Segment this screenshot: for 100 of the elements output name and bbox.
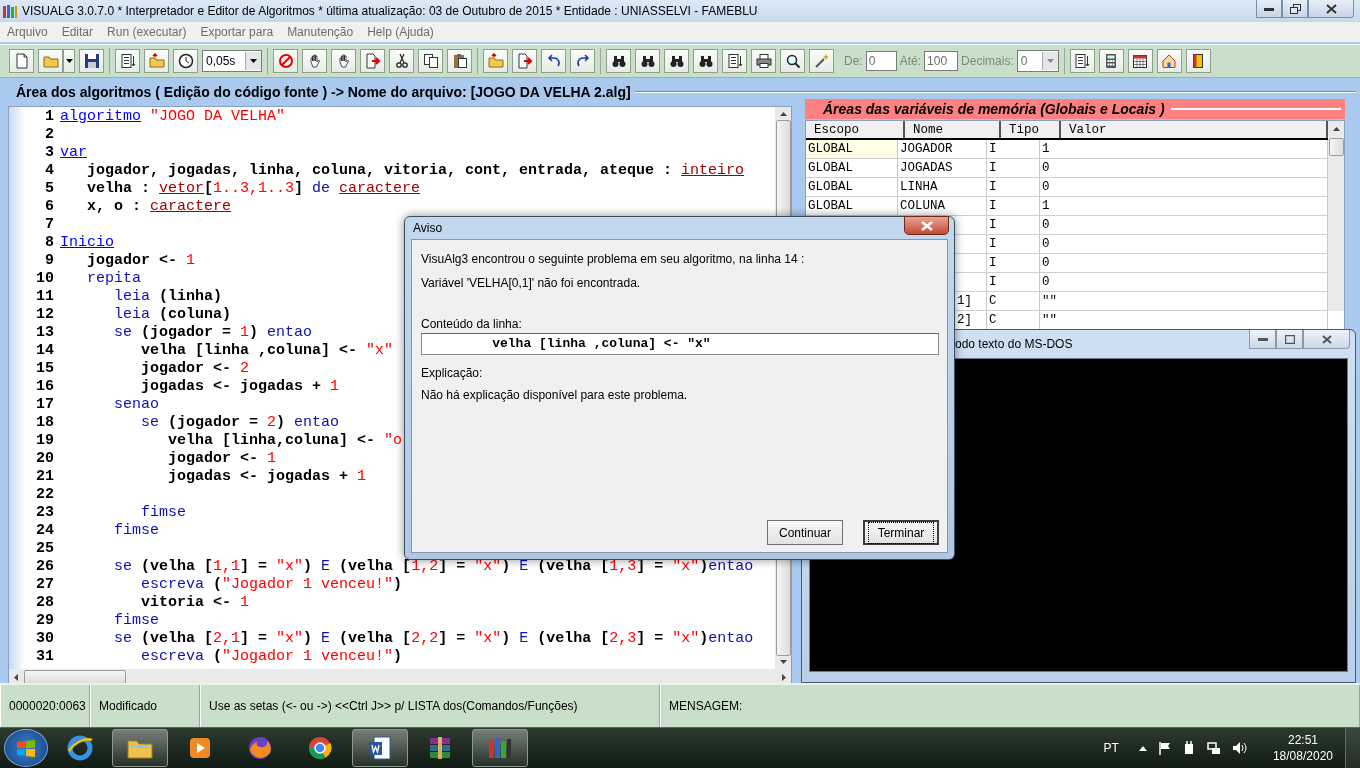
panel-title: Área dos algoritmos ( Edição do código fonte ) -> Nome do arquivo: [JOGO DA VELHA 2.alg] <box>16 84 631 100</box>
windows-logo-icon <box>16 738 36 758</box>
scrollbar-thumb[interactable] <box>1328 138 1344 156</box>
toolbar-button[interactable] <box>635 49 660 73</box>
taskbar-button[interactable] <box>352 729 408 767</box>
code-line: se (velha [2,1] = "x") E (velha [2,2] = "x") E (velha [2,3] = "x")entao <box>113 630 754 648</box>
toolbar-button[interactable] <box>115 49 140 73</box>
toolbar-button[interactable] <box>606 49 631 73</box>
language-indicator[interactable]: PT <box>1103 741 1119 755</box>
toolbar-button[interactable] <box>418 49 443 73</box>
line-number: 28 <box>35 594 55 612</box>
line-content-field[interactable]: velha [linha ,coluna] <- "x" <box>421 333 939 355</box>
column-header[interactable]: Escopo <box>806 121 905 138</box>
to-label: Até: <box>899 54 922 68</box>
panel-title: Áreas das variáveis de memória (Globais e Locais ) <box>823 101 1165 117</box>
toolbar-button[interactable] <box>173 49 198 73</box>
dialog-button[interactable]: Continuar <box>767 520 843 545</box>
toolbar-button[interactable] <box>693 49 718 73</box>
restore-icon <box>1289 3 1301 14</box>
line-number: 24 <box>35 522 55 540</box>
table-cell: GLOBAL <box>806 159 898 177</box>
toolbar-button[interactable] <box>302 49 327 73</box>
toolbar-button[interactable] <box>1098 49 1124 73</box>
toolbar-button[interactable] <box>541 49 566 73</box>
toolbar-button[interactable] <box>389 49 414 73</box>
code-line: leia (coluna) <box>113 306 232 324</box>
toolbar-button[interactable] <box>447 49 472 73</box>
table-cell: I <box>987 140 1040 158</box>
table-cell: GLOBAL <box>806 197 898 215</box>
dropdown-button[interactable] <box>63 49 75 73</box>
menu-item[interactable]: Manutenção <box>280 25 361 39</box>
code-line: repita <box>86 270 141 288</box>
close-icon <box>920 220 933 231</box>
taskbar-clock[interactable]: 22:51 18/08/2020 <box>1272 732 1333 764</box>
column-header[interactable]: Nome <box>905 121 1001 138</box>
redo-icon <box>574 53 591 69</box>
copy-icon <box>422 53 439 69</box>
line-number: 25 <box>35 540 55 558</box>
menu-item[interactable]: Arquivo <box>0 25 55 39</box>
table-cell: I <box>987 235 1040 253</box>
code-line: var <box>60 144 87 162</box>
line-number: 26 <box>35 558 55 576</box>
restore-button[interactable] <box>1282 0 1308 18</box>
menu-item[interactable]: Help (Ajuda) <box>360 25 441 39</box>
toolbar-button[interactable] <box>722 49 747 73</box>
line-number: 21 <box>35 468 55 486</box>
code-line: jogador, jogadas, linha, coluna, vitoria, cont, entrada, ateque : inteiro <box>86 162 745 180</box>
vertical-scrollbar[interactable] <box>1328 121 1344 311</box>
taskbar-button[interactable] <box>112 729 168 767</box>
close-icon <box>1325 3 1337 14</box>
up-arrow-icon[interactable] <box>1138 745 1147 751</box>
show-desktop-button[interactable] <box>1345 728 1360 768</box>
toolbar-button[interactable] <box>331 49 356 73</box>
line-number: 17 <box>35 396 55 414</box>
up-arrow-icon <box>1332 127 1340 131</box>
dialog-button[interactable]: Terminar <box>863 520 939 545</box>
toolbar-button[interactable] <box>570 49 595 73</box>
flag-icon[interactable] <box>1158 741 1171 755</box>
caret-icon <box>1046 59 1054 63</box>
column-header[interactable]: Tipo <box>1001 121 1061 138</box>
line-number: 16 <box>35 378 55 396</box>
table-cell: JOGADOR <box>898 140 987 158</box>
printer-icon <box>755 53 772 69</box>
speaker-icon[interactable] <box>1232 742 1247 754</box>
code-line: senao <box>113 396 160 414</box>
maximize-button[interactable] <box>1276 330 1303 349</box>
toolbar-button[interactable] <box>780 49 805 73</box>
line-number: 12 <box>35 306 55 324</box>
toolbar-button[interactable] <box>1185 49 1211 73</box>
menu-item[interactable]: Run (executar) <box>100 25 194 39</box>
close-button[interactable] <box>1303 330 1350 349</box>
binoculars-icon <box>639 53 656 69</box>
close-button[interactable] <box>904 216 949 235</box>
minimize-button[interactable] <box>1249 330 1276 349</box>
line-number: 3 <box>44 144 55 162</box>
line-number: 20 <box>35 450 55 468</box>
menu-item[interactable]: Exportar para <box>193 25 281 39</box>
toolbar-button[interactable] <box>751 49 776 73</box>
list-icon <box>726 53 743 69</box>
close-button[interactable] <box>1308 0 1354 18</box>
network-icon[interactable] <box>1206 741 1221 755</box>
line-number: 22 <box>35 486 55 504</box>
down-arrow-icon <box>779 660 787 664</box>
code-line: leia (linha) <box>113 288 223 306</box>
minimize-button[interactable] <box>1256 0 1282 18</box>
line-number: 30 <box>35 630 55 648</box>
toolbar-button[interactable] <box>664 49 689 73</box>
toolbar-button[interactable] <box>1127 49 1153 73</box>
toolbar-button[interactable] <box>79 49 104 73</box>
power-icon[interactable] <box>1182 741 1195 755</box>
line-number: 18 <box>35 414 55 432</box>
line-number: 1 <box>44 108 55 126</box>
line-number: 27 <box>35 576 55 594</box>
code-line: fimse <box>113 612 160 630</box>
line-number: 9 <box>44 252 55 270</box>
speed-dropdown[interactable]: 0,05s <box>202 50 262 72</box>
menu-item[interactable]: Editar <box>54 25 101 39</box>
toolbar-button[interactable] <box>1069 49 1095 73</box>
start-button[interactable] <box>4 729 48 767</box>
scissors-icon <box>393 53 410 69</box>
